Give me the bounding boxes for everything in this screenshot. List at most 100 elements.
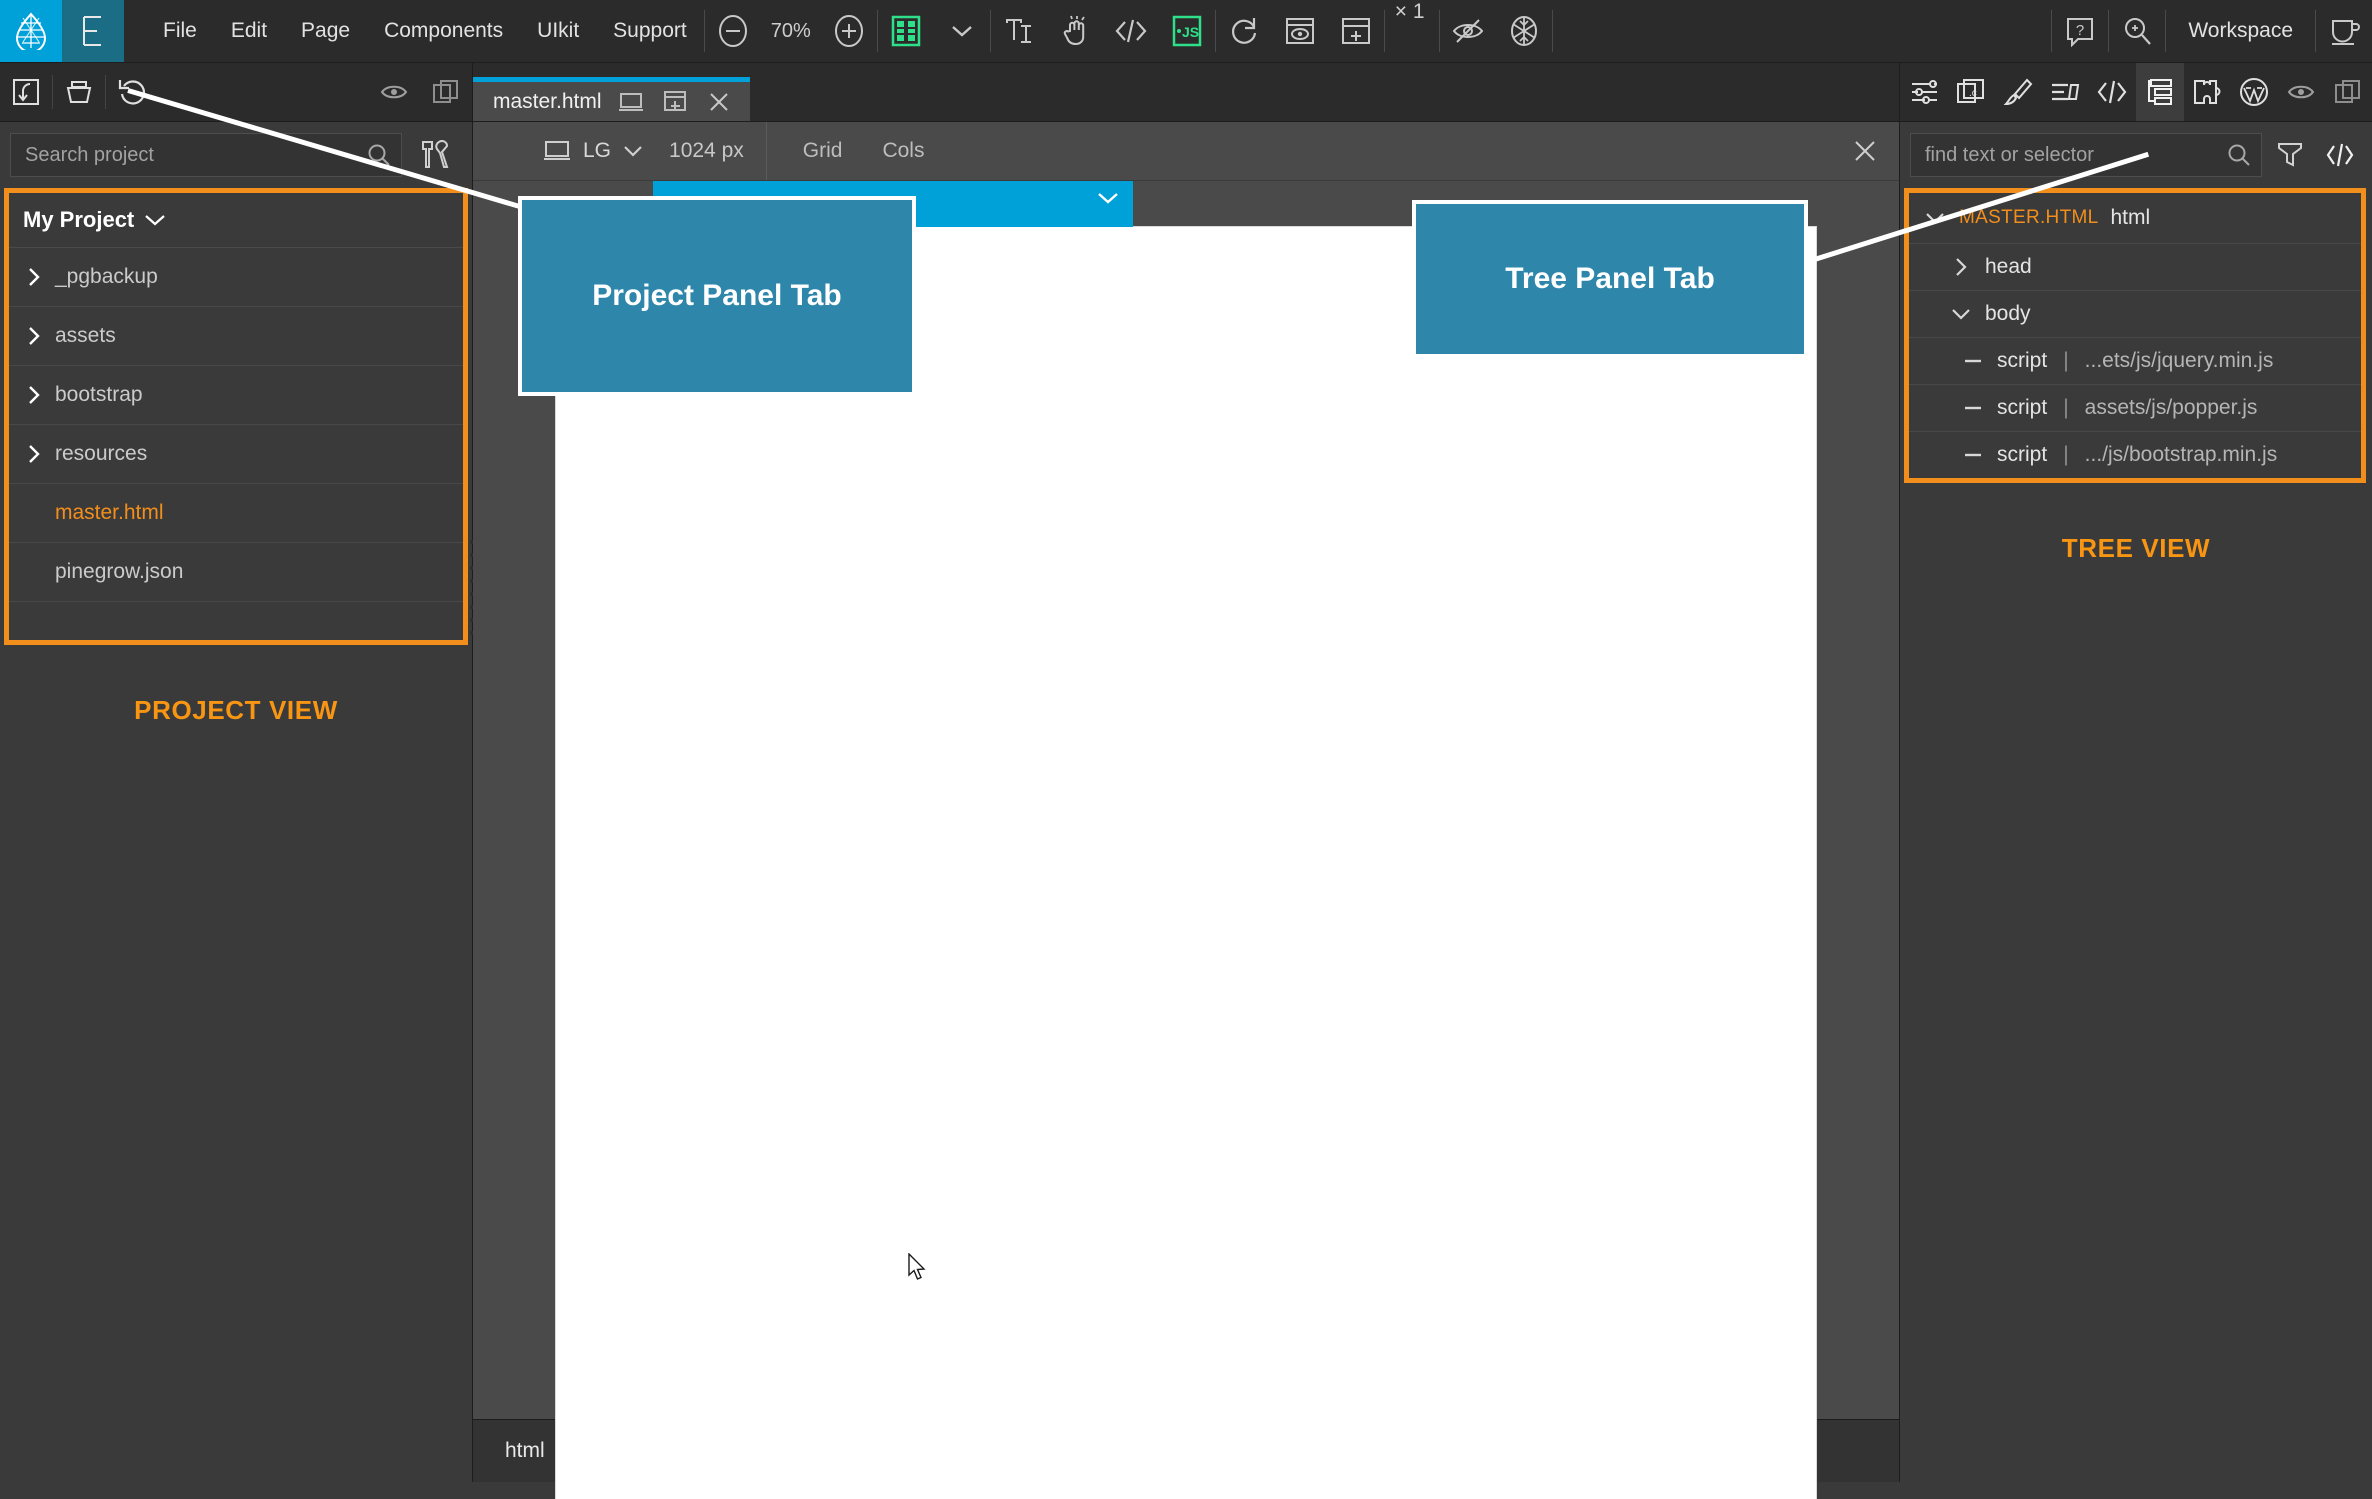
chevron-down-icon[interactable]	[623, 144, 643, 158]
project-file-master-html[interactable]: master.html	[9, 484, 463, 543]
code-icon[interactable]	[1103, 0, 1159, 62]
zoom-out-button[interactable]	[705, 0, 761, 62]
search-icon[interactable]	[367, 143, 391, 167]
editor-mode-icon[interactable]	[62, 0, 124, 62]
inspector-toolbar: .c	[1899, 63, 2372, 121]
project-header[interactable]: My Project	[9, 193, 463, 248]
find-input[interactable]: find text or selector	[1910, 133, 2262, 177]
grid-toggle-button[interactable]: Grid	[789, 139, 857, 163]
tree-node-script-bootstrap[interactable]: script | .../js/bootstrap.min.js	[1909, 432, 2361, 478]
search-icon[interactable]	[2227, 143, 2251, 167]
breadcrumb-item-html[interactable]: html	[505, 1439, 545, 1463]
toggle-panel-visibility-icon[interactable]	[368, 63, 420, 121]
cols-toggle-button[interactable]: Cols	[868, 139, 938, 163]
file-tab-master-html[interactable]: master.html	[473, 77, 750, 121]
breakpoint-controls	[878, 0, 990, 62]
menu-item-page[interactable]: Page	[284, 0, 367, 62]
tree-panel: find text or selector MASTER.HTML html h…	[1899, 122, 2372, 1482]
reload-icon[interactable]	[1216, 0, 1272, 62]
project-toolbar	[0, 63, 473, 121]
main-menu-bar: File Edit Page Components UIkit Support …	[0, 0, 2372, 63]
pinegrow-logo-icon[interactable]	[0, 0, 62, 62]
properties-sliders-icon[interactable]	[1900, 63, 1947, 121]
javascript-icon[interactable]: JS	[1159, 0, 1215, 62]
wordpress-icon[interactable]	[2231, 63, 2278, 121]
chevron-down-icon[interactable]	[934, 0, 990, 62]
chevron-right-icon[interactable]	[23, 326, 45, 346]
file-tab-label: master.html	[493, 89, 602, 113]
tree-node-body[interactable]: body	[1909, 291, 2361, 338]
close-tab-icon[interactable]	[704, 88, 734, 116]
search-input[interactable]: Search project	[10, 133, 402, 177]
chevron-down-icon[interactable]	[1949, 307, 1973, 321]
chevron-right-icon[interactable]	[1949, 257, 1973, 277]
css-classes-icon[interactable]: .c	[1947, 63, 1994, 121]
menu-item-uikit[interactable]: UIkit	[520, 0, 596, 62]
file-label: pinegrow.json	[55, 560, 184, 583]
code-editor-icon[interactable]	[2088, 63, 2135, 121]
help-icon[interactable]: ?	[2052, 0, 2108, 62]
project-folder-pgbackup[interactable]: _pgbackup	[9, 248, 463, 307]
project-folder-assets[interactable]: assets	[9, 307, 463, 366]
zoom-in-button[interactable]	[821, 0, 877, 62]
new-preview-window-icon[interactable]	[1328, 0, 1384, 62]
menu-item-edit[interactable]: Edit	[214, 0, 284, 62]
content-editor-icon[interactable]	[2041, 63, 2088, 121]
style-brush-icon[interactable]	[1994, 63, 2041, 121]
menu-item-components[interactable]: Components	[367, 0, 520, 62]
freeze-icon[interactable]	[1496, 0, 1552, 62]
device-selector-group: LG 1024 px	[473, 122, 767, 180]
toggle-panel-visibility-icon[interactable]	[2278, 63, 2325, 121]
code-view-icon[interactable]	[2318, 133, 2362, 177]
close-canvas-icon[interactable]	[1853, 139, 1899, 163]
canvas-viewport	[473, 181, 1903, 1499]
hide-overlay-icon[interactable]	[1440, 0, 1496, 62]
menu-item-file[interactable]: File	[146, 0, 214, 62]
menu-item-support[interactable]: Support	[596, 0, 704, 62]
search-magnifier-icon[interactable]	[2109, 0, 2165, 62]
interaction-hand-icon[interactable]	[1047, 0, 1103, 62]
project-tree-highlight: My Project _pgbackup assets bootstrap re…	[4, 188, 468, 645]
responsive-grid-icon[interactable]	[878, 0, 934, 62]
device-label[interactable]: LG	[583, 139, 611, 163]
chevron-right-icon[interactable]	[23, 267, 45, 287]
open-project-icon[interactable]	[0, 63, 52, 121]
tree-node-html[interactable]: MASTER.HTML html	[1909, 193, 2361, 244]
project-file-pinegrow-json[interactable]: pinegrow.json	[9, 543, 463, 602]
rendered-page[interactable]	[556, 227, 1816, 1499]
plugins-puzzle-icon[interactable]	[2184, 63, 2231, 121]
tree-find-row: find text or selector	[1900, 122, 2372, 188]
svg-text:JS: JS	[1182, 24, 1199, 40]
visibility-controls	[1440, 0, 1552, 62]
tree-node-script-popper[interactable]: script | assets/js/popper.js	[1909, 385, 2361, 432]
chevron-down-icon[interactable]	[1923, 211, 1947, 225]
viewport-width-label[interactable]: 1024 px	[655, 139, 744, 163]
tree-panel-tab-button[interactable]	[2136, 63, 2184, 121]
chevron-right-icon[interactable]	[23, 385, 45, 405]
undo-icon[interactable]	[106, 63, 158, 121]
chevron-down-icon[interactable]	[144, 213, 166, 227]
preview-in-browser-icon[interactable]	[1272, 0, 1328, 62]
filter-funnel-icon[interactable]	[2268, 133, 2312, 177]
project-folder-bootstrap[interactable]: bootstrap	[9, 366, 463, 425]
project-folder-resources[interactable]: resources	[9, 425, 463, 484]
tree-node-script-jquery[interactable]: script | ...ets/js/jquery.min.js	[1909, 338, 2361, 385]
project-settings-icon[interactable]	[410, 133, 462, 177]
text-edit-icon[interactable]	[991, 0, 1047, 62]
chevron-down-icon[interactable]	[1097, 191, 1119, 205]
tree-node-attr: assets/js/popper.js	[2084, 396, 2258, 419]
save-project-icon[interactable]	[53, 63, 105, 121]
coffee-cup-icon[interactable]	[2316, 0, 2372, 62]
tree-view-caption: TREE VIEW	[2061, 533, 2211, 563]
floating-element-toolbar[interactable]	[653, 181, 1133, 227]
duplicate-panel-icon[interactable]	[2325, 63, 2372, 121]
duplicate-panel-icon[interactable]	[420, 63, 472, 121]
chevron-right-icon[interactable]	[23, 444, 45, 464]
tree-node-tag: body	[1985, 302, 2031, 325]
folder-label: assets	[55, 324, 116, 347]
new-window-icon[interactable]	[660, 88, 690, 116]
tree-node-head[interactable]: head	[1909, 244, 2361, 291]
workspace-button[interactable]: Workspace	[2166, 0, 2315, 62]
laptop-preview-icon[interactable]	[616, 88, 646, 116]
